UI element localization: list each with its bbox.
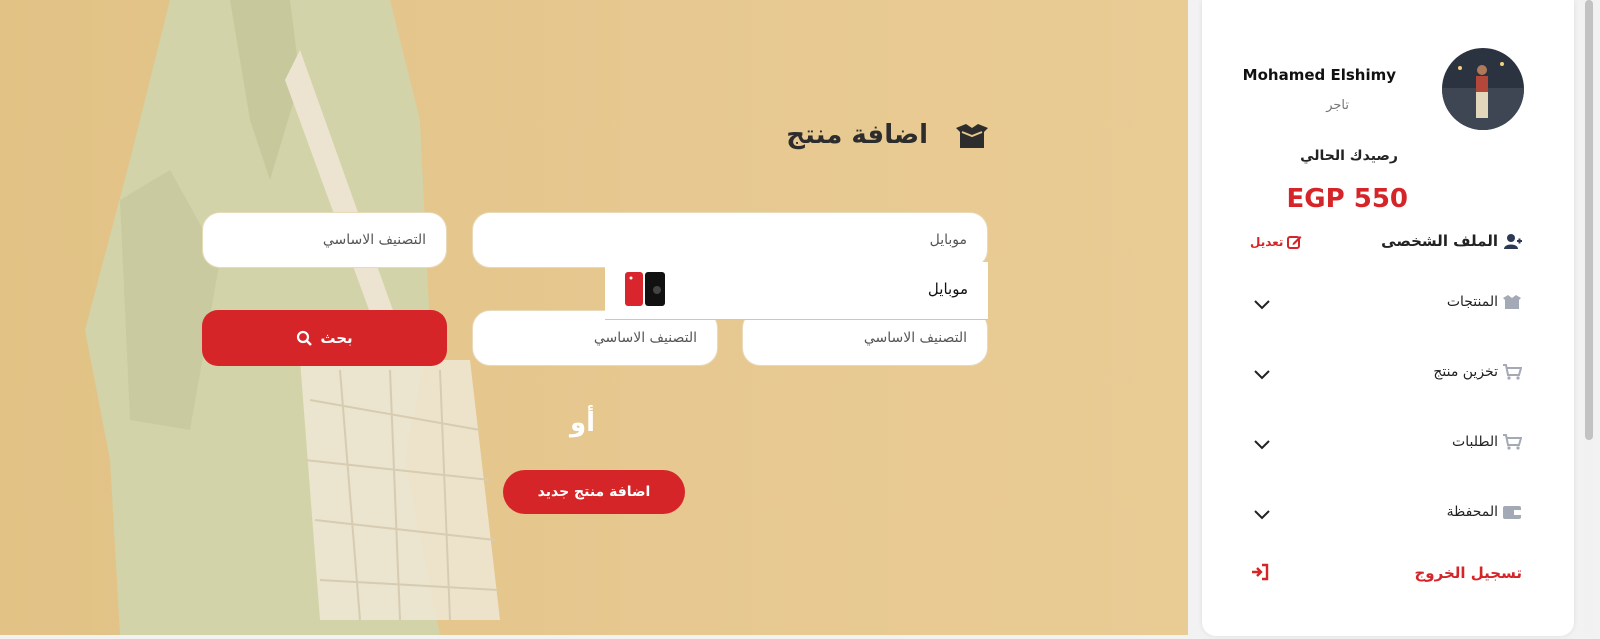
edit-icon [1287,236,1302,249]
edit-label: تعديل [1250,234,1284,249]
category-placeholder: التصنيف الاساسي [593,330,697,346]
menu-item-label: المنتجات [1446,294,1498,310]
box-open-icon [956,124,988,148]
menu-item-store-product[interactable]: تخزين منتج [1250,360,1522,390]
menu-item-label: المحفظة [1446,504,1498,520]
edit-profile-link[interactable]: تعديل [1250,234,1302,249]
balance-value: EGP 550 [1286,184,1408,214]
dropdown-option-label: موبايل [927,280,968,298]
hero-section: اضافة منتج موبايل التصنيف الاساسي التصني… [0,0,1188,635]
balance-label: رصيدك الحالي [1300,148,1398,164]
scrollbar-thumb[interactable] [1585,0,1593,440]
category-placeholder: التصنيف الاساسي [863,330,967,346]
search-button[interactable]: بحث [202,310,447,366]
profile-label: الملف الشخصى [1381,232,1498,250]
logout-icon [1252,563,1269,581]
main-category-value: موبايل [929,232,967,248]
chevron-down-icon[interactable] [1250,362,1274,386]
menu-item-products[interactable]: المنتجات [1250,290,1522,320]
search-icon [297,330,313,346]
user-name: Mohamed Elshimy [1242,66,1396,84]
user-role: تاجر [1326,98,1349,113]
phone-image-icon [625,272,665,306]
logout-label: تسجيل الخروج [1414,564,1523,582]
or-separator: أو [570,408,596,438]
sidebar: Mohamed Elshimy تاجر رصيدك الحالي EGP 55… [1202,0,1574,636]
box-icon [1503,295,1521,309]
chevron-down-icon[interactable] [1250,502,1274,526]
menu-item-label: الطلبات [1452,434,1498,450]
logout-link[interactable]: تسجيل الخروج [1250,562,1522,592]
category-select-left[interactable]: التصنيف الاساسي [202,212,447,268]
chevron-down-icon[interactable] [1250,432,1274,456]
dropdown-option-mobile[interactable]: موبايل [605,262,988,320]
menu-item-label: تخزين منتج [1433,364,1498,380]
wallet-icon [1503,506,1521,519]
cart-icon [1503,364,1522,380]
add-product-title: اضافة منتج [770,118,990,162]
avatar [1442,48,1524,130]
search-button-label: بحث [320,329,353,347]
cart-icon [1503,434,1522,450]
user-icon [1504,234,1522,249]
chevron-down-icon[interactable] [1250,292,1274,316]
page-scrollbar[interactable] [1584,0,1594,636]
page-title: اضافة منتج [786,120,928,150]
menu-item-wallet[interactable]: المحفظة [1250,500,1522,530]
menu-item-orders[interactable]: الطلبات [1250,430,1522,460]
category-placeholder: التصنيف الاساسي [322,232,426,248]
main-category-select[interactable]: موبايل [472,212,988,268]
profile-link[interactable]: الملف الشخصى [1381,232,1522,250]
add-new-product-button[interactable]: اضافة منتج جديد [503,470,685,514]
